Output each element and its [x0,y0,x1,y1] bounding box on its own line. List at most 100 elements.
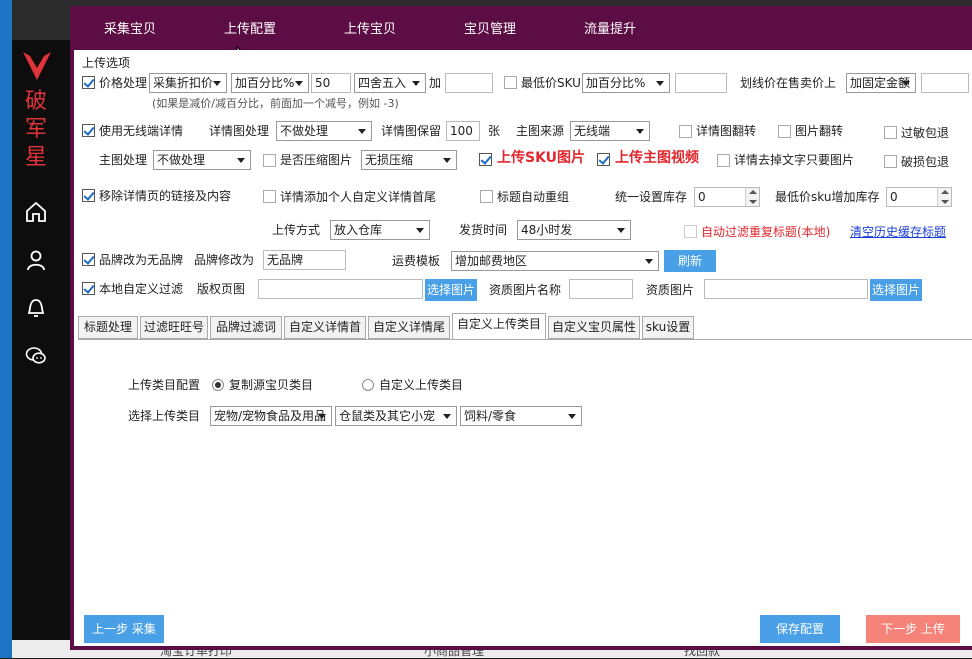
next-button[interactable]: 下一步 上传 [866,615,960,643]
save-config-button[interactable]: 保存配置 [760,615,840,643]
qual-name-label: 资质图片名称 [489,283,562,297]
min-sku-label: 最低价SKU [521,76,581,90]
brand-input[interactable]: 无品牌 [263,250,346,270]
home-icon[interactable] [24,200,48,224]
options-panel: 上传选项 价格处理 采集折扣价 加百分比% 50 四舍五入 加 最低价SKU 加… [74,50,972,646]
upload-sku-checkbox[interactable] [479,153,492,166]
tab-title[interactable]: 标题处理 [78,316,138,339]
copyright-label: 版权页图 [197,282,246,296]
strike-price-select[interactable]: 加固定金额 [846,73,916,93]
detail-flip-label: 详情图翻转 [696,124,757,138]
plus-label: 加 [429,76,442,90]
category-level2-select[interactable]: 仓鼠类及其它小宠 [335,406,457,426]
detail-header-label: 详情添加个人自定义详情首尾 [280,190,437,204]
copyright-input[interactable] [258,279,423,299]
tab-content-border [78,339,972,340]
tab-detail-head[interactable]: 自定义详情首 [284,316,366,339]
detail-flip-checkbox[interactable] [679,125,692,138]
stock-spinner[interactable] [745,188,759,206]
wireless-detail-checkbox[interactable] [82,124,95,137]
tab-detail-tail[interactable]: 自定义详情尾 [368,316,450,339]
qual-img-input[interactable] [704,279,868,299]
min-sku-value-input[interactable] [675,73,727,93]
remove-links-checkbox[interactable] [82,189,95,202]
detail-img-select[interactable]: 不做处理 [276,121,372,141]
compress-checkbox[interactable] [263,154,276,167]
user-icon[interactable] [24,248,48,272]
tab-filter-wangwang[interactable]: 过滤旺旺号 [140,316,208,339]
top-menu: 采集宝贝 上传配置 上传宝贝 宝贝管理 流量提升 [70,6,972,50]
stock-value: 0 [698,190,706,204]
custom-category-radio[interactable] [362,379,374,391]
tab-brand-filter[interactable]: 品牌过滤词 [210,316,282,339]
stock-input[interactable]: 0 [694,187,760,207]
app-sidebar: 破军星 [12,40,70,640]
upload-video-checkbox[interactable] [597,153,610,166]
category-level3-select[interactable]: 饲料/零食 [460,406,582,426]
bell-icon[interactable] [24,296,48,320]
damage-pkg-label: 破损包退 [901,155,950,169]
brand-none-checkbox[interactable] [82,253,95,266]
min-sku-stock-spinner[interactable] [937,188,951,206]
config-window: 采集宝贝 上传配置 上传宝贝 宝贝管理 流量提升 上传选项 价格处理 采集折扣价… [70,6,972,650]
detail-text-label: 详情去掉文字只要图片 [734,153,855,167]
custom-category-label: 自定义上传类目 [379,378,464,392]
upload-way-select[interactable]: 放入仓库 [330,220,430,240]
menu-upload[interactable]: 上传宝贝 [344,18,396,37]
filter-pkg-label: 过敏包退 [901,126,950,140]
tab-custom-category[interactable]: 自定义上传类目 [452,313,546,340]
menu-upload-config[interactable]: 上传配置 [224,18,276,37]
filter-pkg-checkbox[interactable] [884,126,897,139]
main-img-select[interactable]: 不做处理 [153,150,251,170]
title-regroup-checkbox[interactable] [480,190,493,203]
freight-label: 运费模板 [392,254,441,268]
brand-none-label: 品牌改为无品牌 [99,253,184,267]
auto-filter-checkbox[interactable] [684,225,697,238]
detail-keep-input[interactable]: 100 [446,121,480,141]
min-sku-select[interactable]: 加百分比% [582,73,670,93]
damage-pkg-checkbox[interactable] [884,155,897,168]
upload-sku-label: 上传SKU图片 [497,150,586,166]
tab-custom-attr[interactable]: 自定义宝贝属性 [548,316,640,339]
plus-value-input[interactable] [445,73,493,93]
main-src-label: 主图来源 [516,124,565,138]
main-img-label: 主图处理 [99,153,148,167]
choose-copyright-button[interactable]: 选择图片 [425,279,477,301]
strike-price-input[interactable] [921,73,969,93]
qual-img-label: 资质图片 [646,283,695,297]
price-process-checkbox[interactable] [82,76,95,89]
min-sku-stock-value: 0 [890,190,898,204]
detail-text-checkbox[interactable] [717,154,730,167]
price-source-select[interactable]: 采集折扣价 [149,73,227,93]
tab-sku[interactable]: sku设置 [642,316,694,339]
min-sku-stock-input[interactable]: 0 [886,187,952,207]
menu-collect[interactable]: 采集宝贝 [104,18,156,37]
local-filter-label: 本地自定义过滤 [99,282,184,296]
img-flip-checkbox[interactable] [778,125,791,138]
price-value-input[interactable]: 50 [311,73,351,93]
copy-source-radio[interactable] [212,379,224,391]
brand-name: 破军星 [24,89,47,170]
category-level1-select[interactable]: 宠物/宠物食品及用品 [210,406,332,426]
wechat-icon[interactable] [24,344,48,368]
detail-img-label: 详情图处理 [209,124,270,138]
choose-qual-button[interactable]: 选择图片 [870,279,922,301]
refresh-button[interactable]: 刷新 [664,250,716,272]
freight-select[interactable]: 增加邮费地区 [451,251,659,271]
prev-button[interactable]: 上一步 采集 [84,615,164,643]
menu-manage[interactable]: 宝贝管理 [464,18,516,37]
round-mode-select[interactable]: 四舍五入 [354,73,426,93]
price-calc-select[interactable]: 加百分比% [231,73,309,93]
qual-name-input[interactable] [569,279,633,299]
copy-source-label: 复制源宝贝类目 [229,378,314,392]
ship-time-select[interactable]: 48小时发 [517,220,631,240]
compress-select[interactable]: 无损压缩 [361,150,457,170]
main-src-select[interactable]: 无线端 [570,121,650,141]
clear-history-link[interactable]: 清空历史缓存标题 [850,224,946,240]
min-sku-checkbox[interactable] [504,76,517,89]
detail-header-checkbox[interactable] [263,190,276,203]
menu-traffic[interactable]: 流量提升 [584,18,636,37]
local-filter-checkbox[interactable] [82,282,95,295]
upload-video-label: 上传主图视频 [615,150,699,166]
price-process-label: 价格处理 [99,76,148,90]
